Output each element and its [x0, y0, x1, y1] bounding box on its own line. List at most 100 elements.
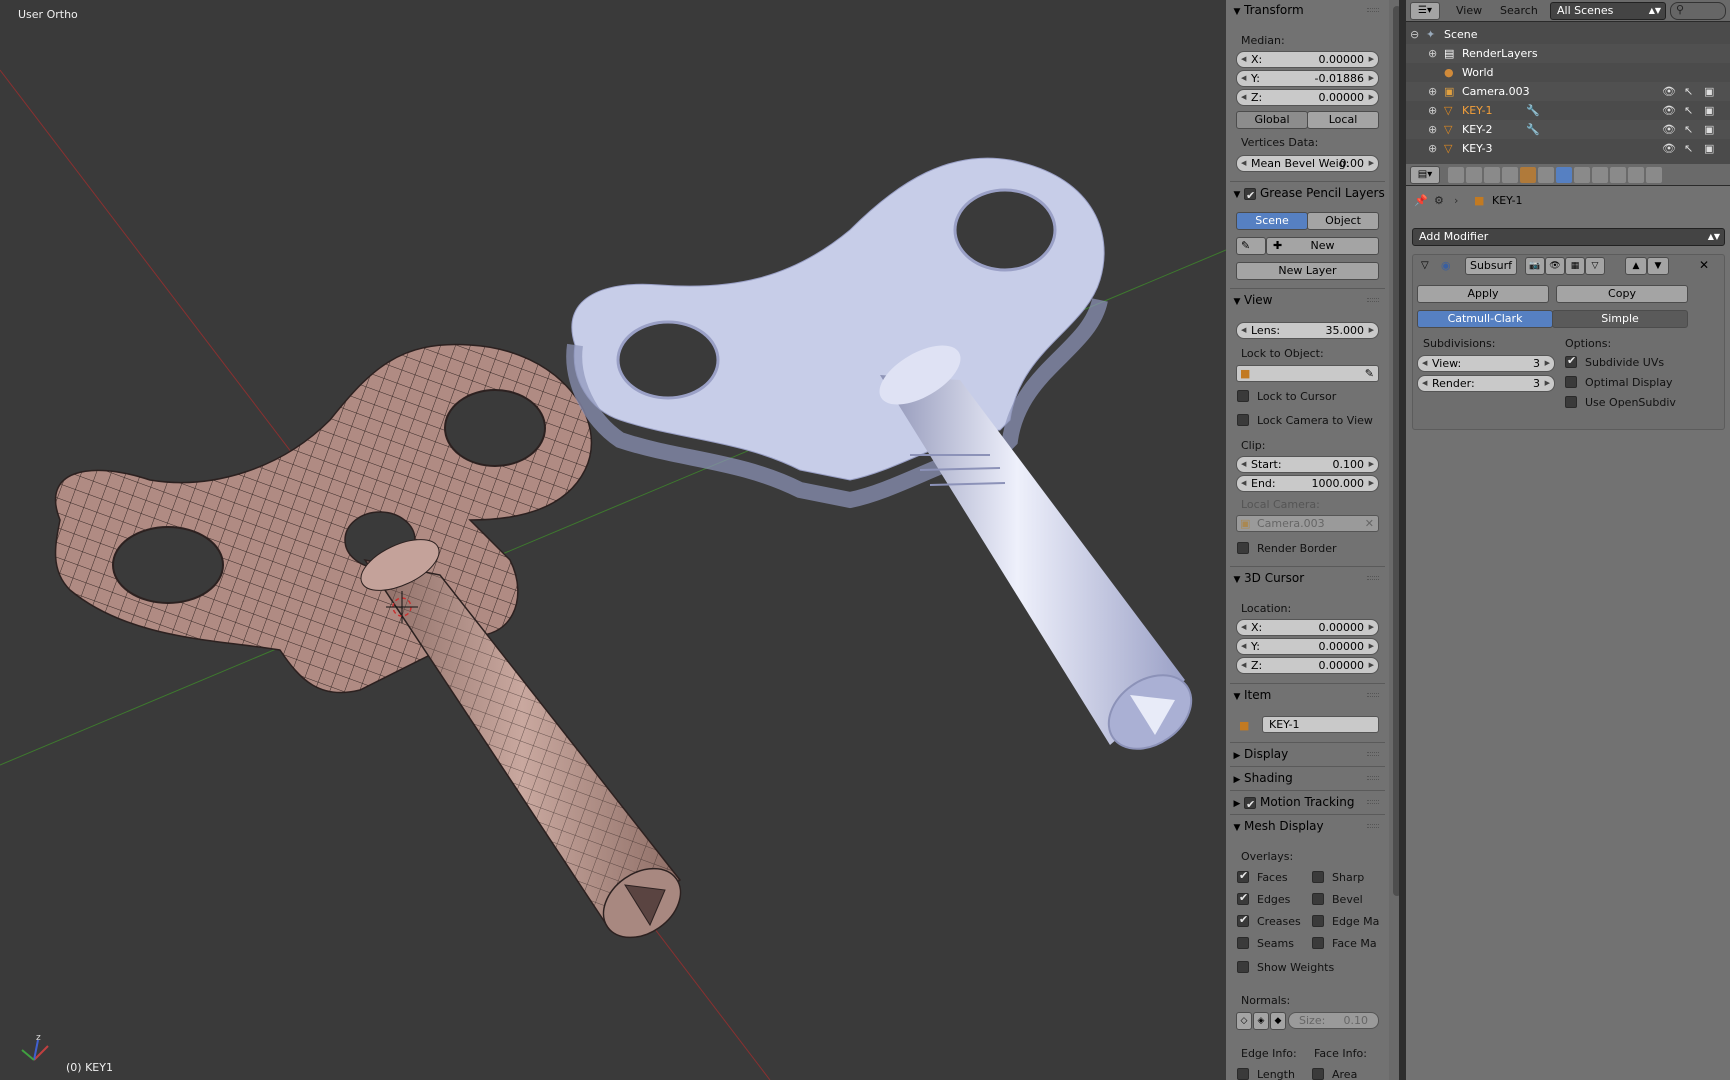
texture-tab-icon[interactable]: [1610, 167, 1626, 183]
clip-start-field[interactable]: ◀ Start: 0.100 ▶: [1236, 456, 1379, 473]
outliner-row-key3[interactable]: ⊕ ▽ KEY-3 👁 ↖ ▣: [1406, 139, 1730, 158]
move-up-icon[interactable]: ▲: [1625, 257, 1647, 275]
render-border-checkbox[interactable]: [1237, 542, 1249, 554]
cursor-x-field[interactable]: ◀ X: 0.00000 ▶: [1236, 619, 1379, 636]
move-down-icon[interactable]: ▼: [1647, 257, 1669, 275]
cage-toggle-icon[interactable]: ▽: [1585, 257, 1605, 275]
grease-pencil-checkbox[interactable]: [1244, 186, 1256, 206]
scene-filter-select[interactable]: All Scenes ▲▼: [1550, 2, 1666, 20]
motion-tracking-checkbox[interactable]: [1244, 795, 1256, 815]
bevel-checkbox[interactable]: [1312, 893, 1324, 905]
close-icon[interactable]: ✕: [1699, 258, 1709, 272]
length-checkbox[interactable]: [1237, 1068, 1249, 1080]
visibility-eye-icon[interactable]: 👁: [1662, 82, 1676, 101]
visibility-eye-icon[interactable]: 👁: [1662, 139, 1676, 158]
median-z-field[interactable]: ◀ Z: 0.00000 ▶: [1236, 89, 1379, 106]
pencil-icon[interactable]: ✎: [1236, 237, 1266, 255]
cursor-y-field[interactable]: ◀ Y: 0.00000 ▶: [1236, 638, 1379, 655]
item-name-field[interactable]: KEY-1: [1262, 716, 1379, 733]
face-marks-checkbox[interactable]: [1312, 937, 1324, 949]
clip-end-field[interactable]: ◀ End: 1000.000 ▶: [1236, 475, 1379, 492]
object-tab-icon[interactable]: [1520, 167, 1536, 183]
vertex-normals-icon[interactable]: ◇: [1236, 1012, 1252, 1030]
display-panel-header[interactable]: ▶ Display: [1230, 744, 1385, 764]
global-button[interactable]: Global: [1236, 111, 1308, 129]
grease-scene-button[interactable]: Scene: [1236, 212, 1308, 230]
seams-checkbox[interactable]: [1237, 937, 1249, 949]
collapse-icon[interactable]: ⊖: [1410, 25, 1419, 44]
selectable-arrow-icon[interactable]: ↖: [1684, 101, 1693, 120]
expand-icon[interactable]: ⊕: [1428, 44, 1437, 63]
grease-pencil-panel-header[interactable]: ▼Grease Pencil Layers: [1230, 183, 1385, 206]
outliner-row-key2[interactable]: ⊕ ▽ KEY-2 🔧 👁 ↖ ▣: [1406, 120, 1730, 139]
constraints-tab-icon[interactable]: [1538, 167, 1554, 183]
editmode-toggle-icon[interactable]: ▦: [1565, 257, 1585, 275]
world-tab-icon[interactable]: [1502, 167, 1518, 183]
expand-icon[interactable]: ⊕: [1428, 82, 1437, 101]
new-grease-button[interactable]: ✚ New: [1266, 237, 1379, 255]
visibility-eye-icon[interactable]: 👁: [1662, 101, 1676, 120]
physics-tab-icon[interactable]: [1646, 167, 1662, 183]
cursor-panel-header[interactable]: ▼ 3D Cursor: [1230, 568, 1385, 588]
outliner-row-key1[interactable]: ⊕ ▽ KEY-1 🔧 👁 ↖ ▣: [1406, 101, 1730, 120]
grease-object-button[interactable]: Object: [1307, 212, 1379, 230]
clear-icon[interactable]: ✕: [1365, 516, 1374, 531]
editor-type-icon[interactable]: ☰▾: [1410, 2, 1440, 20]
expand-icon[interactable]: ⊕: [1428, 101, 1437, 120]
mean-bevel-weight-field[interactable]: ◀ Mean Bevel Weig: 0.00 ▶: [1236, 155, 1379, 172]
normals-size-field[interactable]: Size: 0.10: [1288, 1012, 1379, 1029]
pin-icon[interactable]: 📌: [1414, 194, 1428, 207]
sharp-checkbox[interactable]: [1312, 871, 1324, 883]
viewport-toggle-icon[interactable]: 👁: [1545, 257, 1565, 275]
render-camera-icon[interactable]: ▣: [1704, 82, 1714, 101]
render-camera-icon[interactable]: ▣: [1704, 101, 1714, 120]
area-checkbox[interactable]: [1312, 1068, 1324, 1080]
lock-object-field[interactable]: ■ ✎: [1236, 365, 1379, 382]
split-normals-icon[interactable]: ◈: [1253, 1012, 1269, 1030]
shading-panel-header[interactable]: ▶ Shading: [1230, 768, 1385, 788]
edges-checkbox[interactable]: [1237, 891, 1249, 905]
particles-tab-icon[interactable]: [1628, 167, 1644, 183]
material-tab-icon[interactable]: [1592, 167, 1608, 183]
motion-tracking-panel-header[interactable]: ▶Motion Tracking: [1230, 792, 1385, 815]
visibility-eye-icon[interactable]: 👁: [1662, 120, 1676, 139]
lens-field[interactable]: ◀ Lens: 35.000 ▶: [1236, 322, 1379, 339]
lock-cursor-checkbox[interactable]: [1237, 390, 1249, 402]
selectable-arrow-icon[interactable]: ↖: [1684, 139, 1693, 158]
selectable-arrow-icon[interactable]: ↖: [1684, 82, 1693, 101]
view-panel-header[interactable]: ▼ View: [1230, 290, 1385, 310]
apply-button[interactable]: Apply: [1417, 285, 1549, 303]
modifiers-tab-icon[interactable]: [1556, 167, 1572, 183]
faces-checkbox[interactable]: [1237, 869, 1249, 883]
transform-panel-header[interactable]: ▼ Transform: [1230, 0, 1385, 20]
copy-button[interactable]: Copy: [1556, 285, 1688, 303]
local-button[interactable]: Local: [1307, 111, 1379, 129]
subdiv-render-field[interactable]: ◀ Render: 3 ▶: [1417, 375, 1555, 392]
render-toggle-icon[interactable]: 📷: [1525, 257, 1545, 275]
data-tab-icon[interactable]: [1574, 167, 1590, 183]
modifier-collapse-icon[interactable]: ▽: [1421, 260, 1429, 271]
render-camera-icon[interactable]: ▣: [1704, 139, 1714, 158]
subdiv-view-field[interactable]: ◀ View: 3 ▶: [1417, 355, 1555, 372]
render-layers-tab-icon[interactable]: [1466, 167, 1482, 183]
area-divider[interactable]: [1399, 0, 1406, 1080]
lock-camera-checkbox[interactable]: [1237, 414, 1249, 426]
subdivide-uvs-checkbox[interactable]: [1565, 354, 1577, 368]
outliner-view-menu[interactable]: View: [1456, 4, 1482, 17]
outliner-row-camera[interactable]: ⊕ ▣ Camera.003 👁 ↖ ▣: [1406, 82, 1730, 101]
modifier-name-field[interactable]: Subsurf: [1465, 257, 1517, 275]
eyedropper-icon[interactable]: ✎: [1365, 366, 1374, 381]
item-panel-header[interactable]: ▼ Item: [1230, 685, 1385, 705]
mesh-display-panel-header[interactable]: ▼ Mesh Display: [1230, 816, 1385, 836]
face-normals-icon[interactable]: ◆: [1270, 1012, 1286, 1030]
editor-type-icon[interactable]: ▤▾: [1410, 166, 1440, 184]
render-tab-icon[interactable]: [1448, 167, 1464, 183]
add-modifier-dropdown[interactable]: Add Modifier ▲▼: [1412, 228, 1725, 246]
render-camera-icon[interactable]: ▣: [1704, 120, 1714, 139]
outliner-search-field[interactable]: ⚲: [1670, 2, 1726, 20]
creases-checkbox[interactable]: [1237, 913, 1249, 927]
median-y-field[interactable]: ◀ Y: -0.01886 ▶: [1236, 70, 1379, 87]
median-x-field[interactable]: ◀ X: 0.00000 ▶: [1236, 51, 1379, 68]
cursor-z-field[interactable]: ◀ Z: 0.00000 ▶: [1236, 657, 1379, 674]
optimal-display-checkbox[interactable]: [1565, 376, 1577, 388]
